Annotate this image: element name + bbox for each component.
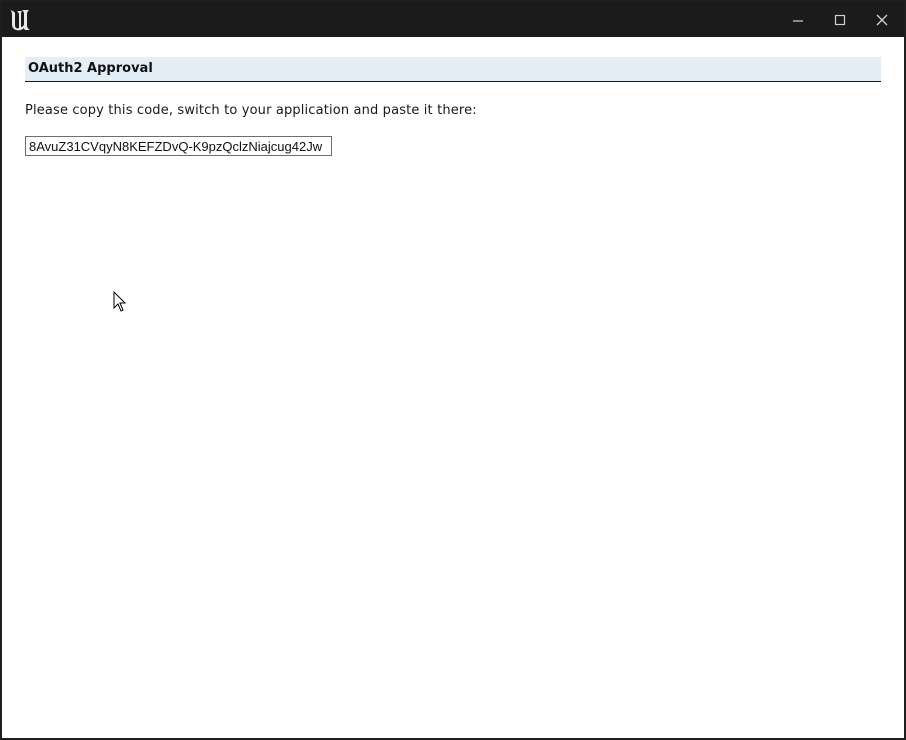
minimize-icon <box>793 20 803 22</box>
browser-window: OAuth2 Approval Please copy this code, s… <box>0 0 906 740</box>
title-bar[interactable] <box>2 2 904 37</box>
maximize-button[interactable] <box>819 2 861 37</box>
page-content: OAuth2 Approval Please copy this code, s… <box>25 57 881 156</box>
close-button[interactable] <box>861 2 903 37</box>
authorization-code-field[interactable] <box>25 136 332 156</box>
maximize-icon <box>834 14 846 26</box>
instruction-text: Please copy this code, switch to your ap… <box>25 103 477 118</box>
page-title: OAuth2 Approval <box>25 57 881 82</box>
close-icon <box>876 14 888 26</box>
mouse-pointer-icon <box>113 291 127 312</box>
minimize-button[interactable] <box>777 2 819 37</box>
unreal-engine-logo-icon <box>10 10 30 31</box>
